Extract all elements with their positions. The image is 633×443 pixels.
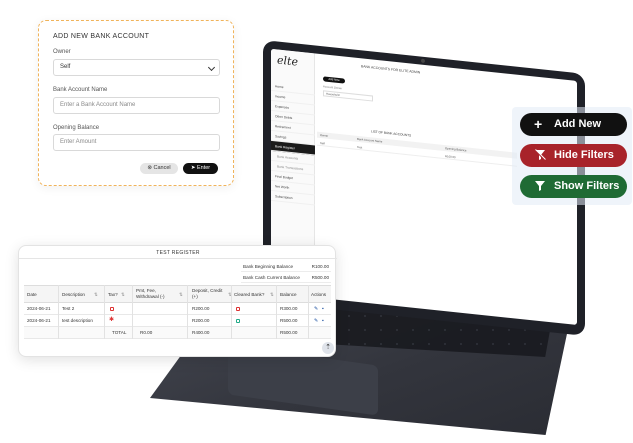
col-description[interactable]: Description	[62, 292, 85, 298]
page-title: BANK ACCOUNTS FOR ELITE ADMIN	[361, 64, 421, 75]
bank-beginning-balance-label: Bank Beginning Balance	[243, 264, 294, 269]
sort-icon[interactable]: ⇅	[179, 292, 183, 298]
table-row: 2024-06-21 Test 2 R200.00 R300.00 ✎ ▪	[24, 303, 331, 315]
register-table-header: Date Description ⇅ Tax? ⇅ Pmt, Fee, With…	[24, 285, 331, 303]
owner-select-value: Self	[60, 64, 71, 70]
column-divider	[58, 285, 59, 339]
cell-deposit: R200.00	[192, 306, 210, 311]
bank-cash-balance-row: Bank Cash Current Balance R500.00	[241, 273, 331, 283]
send-icon: ➤	[190, 165, 196, 171]
column-divider	[132, 285, 133, 339]
add-new-fab[interactable]: + Add New	[520, 113, 627, 136]
cell-description: test description	[62, 318, 93, 323]
list-title: LIST OF BANK ACCOUNTS	[371, 129, 412, 138]
sidebar-menu: Home Income Expenses Other Debts Retirem…	[271, 80, 315, 206]
col-actions: Actions	[311, 292, 327, 297]
sort-icon[interactable]: ⇅	[121, 292, 125, 298]
column-divider	[231, 285, 232, 339]
opening-balance-label: Opening Balance	[53, 125, 100, 131]
tax-checkbox[interactable]	[110, 307, 114, 311]
col-opening-balance[interactable]: Opening Balance	[445, 145, 466, 153]
column-divider	[187, 285, 188, 339]
plus-icon: +	[534, 116, 543, 132]
opening-balance-input[interactable]: Enter Amount	[53, 134, 220, 151]
col-cleared[interactable]: Cleared Bank?	[234, 292, 264, 298]
show-filters-label: Show Filters	[554, 180, 620, 192]
total-row: TOTAL R0.00 R400.00 R500.00	[24, 327, 331, 339]
total-label: TOTAL	[112, 330, 127, 335]
cleared-checkbox[interactable]	[236, 319, 240, 323]
total-withdrawal: R0.00	[140, 330, 153, 335]
filter-off-icon	[534, 144, 546, 168]
tax-checked-icon[interactable]: ✱	[109, 317, 114, 323]
col-balance[interactable]: Balance	[280, 292, 297, 298]
col-tax[interactable]: Tax?	[108, 292, 118, 298]
enter-button-label: Enter	[196, 165, 211, 171]
add-bank-account-card: ADD NEW BANK ACCOUNT Owner Self Bank Acc…	[38, 20, 234, 186]
edit-icon[interactable]: ✎	[314, 318, 318, 324]
enter-button[interactable]: ➤ Enter	[183, 163, 218, 174]
filter-icon	[534, 175, 546, 199]
app-logo: elte	[277, 53, 298, 69]
account-owner-label: Account Owner	[323, 84, 343, 91]
cancel-button-label: Cancel	[153, 165, 171, 171]
card-title: ADD NEW BANK ACCOUNT	[53, 33, 150, 40]
cell-date: 2024-06-21	[27, 318, 51, 323]
owner-label: Owner	[53, 49, 71, 55]
account-owner-select[interactable]: Household	[323, 90, 373, 102]
sort-icon[interactable]: ⇅	[270, 292, 274, 298]
scroll-to-top-button[interactable]: ⇡	[322, 342, 334, 354]
bank-cash-balance-label: Bank Cash Current Balance	[243, 275, 300, 280]
total-balance: R500.00	[280, 330, 298, 335]
column-divider	[276, 285, 277, 339]
col-account-name[interactable]: Bank Account Name	[357, 136, 382, 145]
cancel-icon: ⊗	[147, 165, 152, 171]
register-title: TEST REGISTER	[19, 249, 337, 259]
cell-owner: Self	[320, 140, 325, 146]
col-date[interactable]: Date	[27, 292, 37, 298]
col-deposit[interactable]: Deposit, Credit (+)	[192, 288, 227, 300]
table-row: 2024-06-21 test description ✱ R200.00 R5…	[24, 315, 331, 327]
hide-filters-button[interactable]: Hide Filters	[520, 144, 627, 167]
bank-beginning-balance-row: Bank Beginning Balance R100.00	[241, 262, 331, 272]
show-filters-button[interactable]: Show Filters	[520, 175, 627, 198]
trash-icon[interactable]: ▪	[322, 306, 324, 312]
bank-beginning-balance-value: R100.00	[311, 264, 329, 269]
column-divider	[308, 285, 309, 339]
cell-account-name: Test	[357, 144, 363, 150]
add-new-fab-label: Add New	[554, 118, 602, 130]
sort-icon[interactable]: ⇅	[94, 292, 98, 298]
cell-opening-balance: R100.00	[445, 154, 456, 160]
trash-icon[interactable]: ▪	[322, 318, 324, 324]
camera-dot	[421, 58, 425, 64]
edit-icon[interactable]: ✎	[314, 306, 318, 312]
test-register-card: TEST REGISTER Bank Beginning Balance R10…	[18, 245, 337, 357]
bank-cash-balance-value: R500.00	[311, 275, 329, 280]
chevron-up-icon: ⇡	[325, 344, 331, 351]
cleared-checkbox[interactable]	[236, 307, 240, 311]
chevron-down-icon	[207, 63, 216, 72]
cell-deposit: R200.00	[192, 318, 210, 323]
hide-filters-label: Hide Filters	[554, 149, 614, 161]
account-name-label: Bank Account Name	[53, 87, 108, 93]
cell-balance: R500.00	[280, 318, 298, 323]
column-divider	[104, 285, 105, 339]
owner-select[interactable]: Self	[53, 59, 220, 76]
cell-date: 2024-06-21	[27, 306, 51, 311]
total-deposit: R400.00	[192, 330, 210, 335]
account-name-input[interactable]: Enter a Bank Account Name	[53, 97, 220, 114]
col-withdrawal[interactable]: Pmt, Fee, Withdrawal (-)	[136, 288, 178, 300]
cancel-button[interactable]: ⊗ Cancel	[140, 163, 178, 174]
col-owner[interactable]: Owner	[320, 132, 328, 139]
cell-balance: R300.00	[280, 306, 298, 311]
cell-description: Test 2	[62, 306, 75, 311]
add-new-button[interactable]: Add New	[323, 76, 345, 84]
